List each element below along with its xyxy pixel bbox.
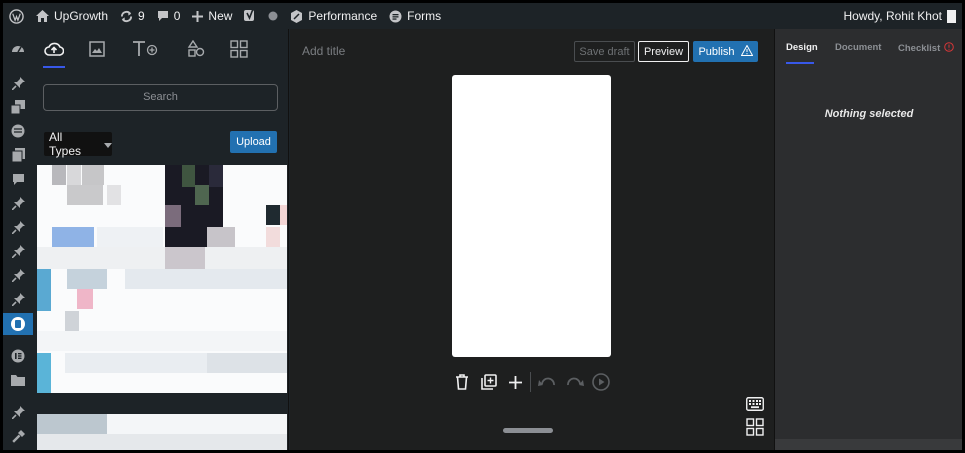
inspector-panel: Design Document Checklist Nothing select…	[774, 29, 962, 450]
pin-icon[interactable]	[10, 291, 26, 307]
yoast-link[interactable]	[238, 3, 262, 29]
performance-link[interactable]: Performance	[284, 3, 383, 29]
publish-label: Publish	[698, 45, 735, 58]
delete-page-icon[interactable]	[453, 373, 471, 391]
search-placeholder: Search	[143, 91, 178, 103]
save-draft-button[interactable]: Save draft	[574, 41, 635, 62]
home-icon	[36, 10, 49, 22]
text-icon[interactable]	[131, 37, 159, 61]
forms-label: Forms	[407, 9, 442, 23]
comment-icon[interactable]	[10, 171, 26, 187]
yoast-icon	[244, 9, 256, 23]
controls-divider	[530, 372, 531, 392]
search-input[interactable]: Search	[43, 84, 278, 111]
save-draft-label: Save draft	[579, 45, 630, 58]
comments-count: 0	[173, 9, 181, 23]
redo-icon[interactable]	[566, 373, 584, 391]
play-icon[interactable]	[592, 373, 610, 391]
comment-icon	[157, 10, 169, 22]
undo-icon[interactable]	[538, 373, 556, 391]
story-page-canvas[interactable]	[452, 75, 611, 357]
inspector-footer	[775, 439, 962, 450]
checklist-label: Checklist	[898, 43, 941, 54]
chevron-down-icon	[104, 137, 112, 151]
title-input[interactable]: Add title	[302, 44, 345, 58]
image-icon[interactable]	[85, 37, 109, 61]
keyboard-shortcuts-icon[interactable]	[746, 397, 764, 411]
duplicate-page-icon[interactable]	[480, 373, 498, 391]
upload-cloud-icon[interactable]	[42, 37, 66, 61]
plus-icon	[192, 10, 204, 22]
new-content-link[interactable]: New	[186, 3, 238, 29]
preview-button[interactable]: Preview	[638, 41, 689, 62]
story-editor: Add title Save draft Preview Publish	[290, 29, 774, 450]
admin-menu	[3, 29, 33, 450]
pin-icon[interactable]	[10, 404, 26, 420]
admin-bar: UpGrowth 9 0 New Performance Forms Howdy…	[3, 3, 962, 29]
folder-icon[interactable]	[10, 372, 26, 388]
pin-icon[interactable]	[10, 267, 26, 283]
updates-count: 9	[138, 9, 145, 23]
media-thumbnail[interactable]	[37, 165, 287, 393]
dashboard-icon[interactable]	[10, 41, 26, 57]
tab-document[interactable]: Document	[835, 42, 881, 53]
new-label: New	[208, 9, 233, 23]
elementor-icon[interactable]	[10, 348, 26, 364]
app-frame: UpGrowth 9 0 New Performance Forms Howdy…	[0, 0, 965, 453]
media-library-panel: Search All Types Upload	[33, 29, 289, 450]
forms-link[interactable]: Forms	[383, 3, 447, 29]
layers-icon[interactable]	[10, 123, 26, 139]
tab-design[interactable]: Design	[786, 42, 818, 53]
active-tab-indicator	[786, 62, 814, 64]
add-page-icon[interactable]	[506, 373, 524, 391]
alert-icon	[944, 42, 955, 55]
updates-icon	[120, 10, 133, 23]
performance-label: Performance	[308, 9, 378, 23]
avatar	[947, 9, 956, 23]
media-thumbnail[interactable]	[37, 414, 287, 450]
pin-icon[interactable]	[10, 219, 26, 235]
tab-checklist[interactable]: Checklist	[898, 42, 955, 55]
greeting: Howdy, Rohit Khot	[843, 9, 943, 23]
empty-selection-message: Nothing selected	[824, 108, 914, 120]
templates-icon[interactable]	[227, 37, 251, 61]
preview-label: Preview	[643, 45, 684, 58]
shapes-icon[interactable]	[184, 37, 208, 61]
performance-icon	[290, 9, 303, 23]
my-account-link[interactable]: Howdy, Rohit Khot	[844, 9, 963, 23]
type-filter-select[interactable]: All Types	[44, 130, 112, 158]
publish-button[interactable]: Publish	[693, 41, 758, 62]
updates-link[interactable]: 9	[114, 3, 151, 29]
comments-link[interactable]: 0	[151, 3, 187, 29]
site-name: UpGrowth	[54, 9, 109, 23]
warning-icon	[740, 43, 753, 59]
pin-icon[interactable]	[10, 75, 26, 91]
forms-icon	[389, 10, 402, 23]
wordpress-logo-icon[interactable]	[3, 3, 30, 29]
pin-icon[interactable]	[10, 195, 26, 211]
site-name-link[interactable]: UpGrowth	[30, 3, 114, 29]
page-carousel-handle[interactable]	[503, 428, 553, 433]
stories-icon[interactable]	[3, 313, 33, 335]
type-filter-value: All Types	[49, 130, 82, 158]
status-dot-icon	[262, 3, 284, 29]
active-tab-indicator	[43, 66, 65, 68]
tools-icon[interactable]	[10, 428, 26, 444]
pages-icon[interactable]	[10, 147, 26, 163]
upload-button[interactable]: Upload	[230, 131, 277, 153]
upload-label: Upload	[236, 136, 271, 148]
media-icon[interactable]	[10, 99, 26, 115]
library-tabs	[33, 37, 289, 67]
pin-icon[interactable]	[10, 243, 26, 259]
grid-view-icon[interactable]	[746, 418, 764, 436]
